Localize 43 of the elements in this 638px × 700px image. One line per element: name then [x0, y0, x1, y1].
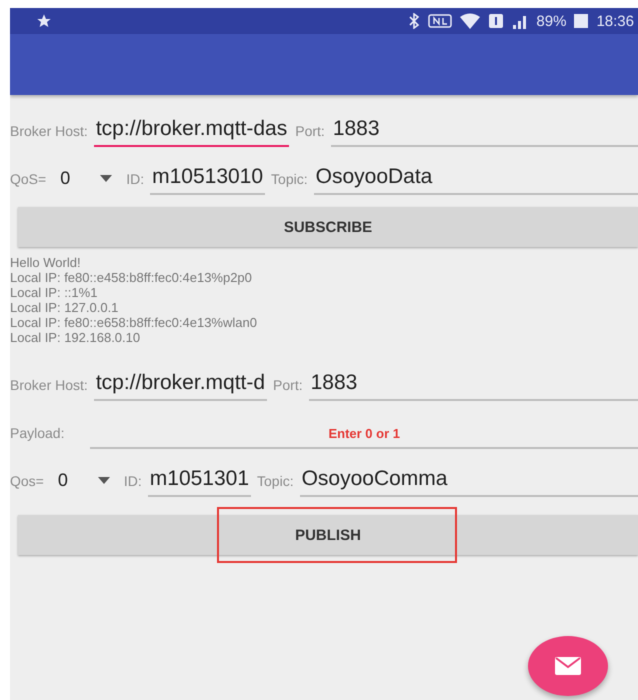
clock-time: 18:36: [596, 12, 634, 30]
text-field[interactable]: 1883: [308, 371, 638, 401]
field-label: ID:: [124, 473, 142, 491]
log-line: Local IP: 192.168.0.10: [10, 330, 142, 345]
log-line: Local IP: 127.0.0.1: [10, 300, 120, 315]
field-label: Port:: [295, 123, 325, 141]
nfc-icon: [428, 14, 452, 28]
email-fab[interactable]: [528, 636, 608, 696]
signal-icon: [512, 13, 528, 29]
field-label: QoS=: [10, 171, 46, 189]
field-label: Payload:: [10, 425, 64, 443]
log-line: Hello World!: [10, 255, 82, 270]
text-field[interactable]: OsoyooComma: [300, 467, 638, 497]
text-field[interactable]: m1051301: [148, 467, 252, 497]
log-line: Local IP: ::1%1: [10, 285, 98, 300]
sim-icon: [488, 13, 504, 29]
field-label: Broker Host:: [10, 123, 88, 141]
field-label: ID:: [126, 171, 144, 189]
caret-icon: [100, 175, 112, 182]
text-field[interactable]: tcp://broker.mqtt-das: [94, 117, 290, 147]
star-icon: [36, 13, 52, 29]
field-label: Qos=: [10, 473, 44, 491]
qos-spinner[interactable]: 0: [50, 470, 118, 497]
battery-percentage: 89%: [536, 12, 566, 30]
field-label: Topic:: [257, 473, 294, 491]
log-line: Local IP: fe80::e658:b8ff:fec0:4e13%wlan0: [10, 315, 258, 330]
wifi-icon: [460, 13, 480, 29]
text-field[interactable]: m10513010: [150, 165, 266, 195]
caret-icon: [98, 477, 110, 484]
log-line: Local IP: fe80::e458:b8ff:fec0:4e13%p2p0: [10, 270, 253, 285]
text-field[interactable]: tcp://broker.mqtt-d: [94, 371, 268, 401]
text-field[interactable]: OsoyooData: [314, 165, 638, 195]
bluetooth-icon: [408, 13, 420, 29]
field-label: Port:: [273, 377, 303, 395]
battery-icon: [574, 13, 588, 29]
field-label: Topic:: [271, 171, 308, 189]
action-button[interactable]: PUBLISH: [18, 515, 638, 555]
payload-field[interactable]: Enter 0 or 1: [90, 426, 638, 449]
envelope-icon: [555, 657, 581, 675]
qos-spinner[interactable]: 0: [52, 168, 120, 195]
field-label: Broker Host:: [10, 377, 88, 395]
action-button[interactable]: SUBSCRIBE: [18, 207, 638, 247]
text-field[interactable]: 1883: [330, 117, 638, 147]
